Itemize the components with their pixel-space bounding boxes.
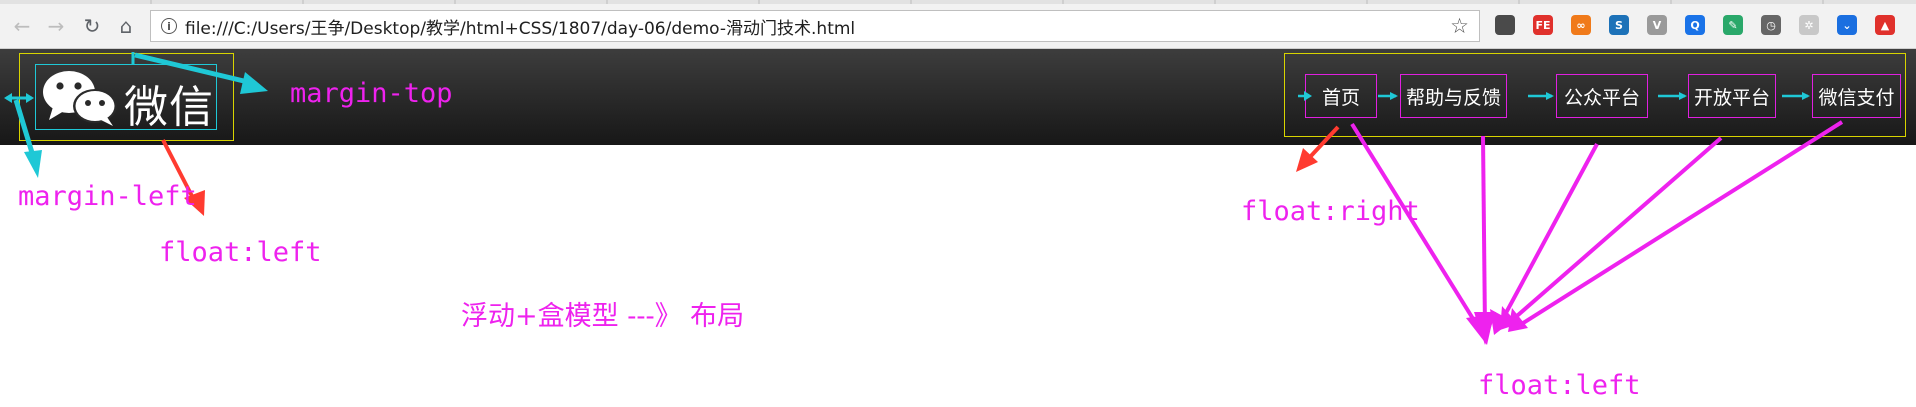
annotation-layout-note: 浮动+盒模型 ---》 布局 — [461, 301, 745, 332]
annotation-float-left-logo: float:left — [159, 237, 322, 268]
float-left-items-arrows — [1350, 120, 1844, 332]
nav-item-spacing-arrows — [1298, 91, 1810, 101]
annotation-margin-top: margin-top — [290, 78, 453, 109]
float-right-nav-arrow — [1296, 125, 1340, 172]
margin-top-arrow — [131, 52, 268, 94]
margin-left-arrow — [4, 93, 42, 178]
annotation-arrows — [4, 52, 1844, 345]
annotation-float-left-items: float:left — [1478, 370, 1641, 401]
annotation-margin-left: margin-left — [18, 181, 197, 212]
annotation-float-right-nav: float:right — [1241, 196, 1420, 227]
